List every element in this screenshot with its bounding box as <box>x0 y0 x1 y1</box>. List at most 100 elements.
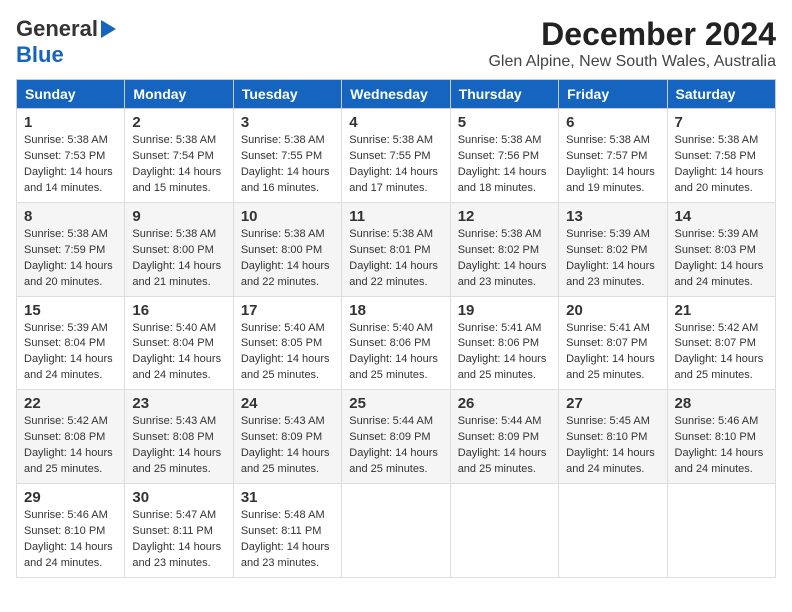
calendar-day-cell: 27 Sunrise: 5:45 AMSunset: 8:10 PMDayligh… <box>559 390 667 484</box>
day-info: Sunrise: 5:40 AMSunset: 8:06 PMDaylight:… <box>349 321 442 385</box>
day-number: 14 <box>675 208 768 225</box>
day-info: Sunrise: 5:39 AMSunset: 8:02 PMDaylight:… <box>566 227 659 291</box>
day-number: 26 <box>458 395 551 412</box>
calendar-day-cell: 15 Sunrise: 5:39 AMSunset: 8:04 PMDayligh… <box>17 296 125 390</box>
calendar-day-cell: 21 Sunrise: 5:42 AMSunset: 8:07 PMDayligh… <box>667 296 775 390</box>
day-number: 11 <box>349 208 442 225</box>
day-info: Sunrise: 5:40 AMSunset: 8:05 PMDaylight:… <box>241 321 334 385</box>
calendar-day-cell: 4 Sunrise: 5:38 AMSunset: 7:55 PMDaylight… <box>342 109 450 203</box>
day-info: Sunrise: 5:38 AMSunset: 7:53 PMDaylight:… <box>24 133 117 197</box>
calendar-day-cell: 10 Sunrise: 5:38 AMSunset: 8:00 PMDayligh… <box>233 202 341 296</box>
day-info: Sunrise: 5:48 AMSunset: 8:11 PMDaylight:… <box>241 508 334 572</box>
calendar-day-cell: 26 Sunrise: 5:44 AMSunset: 8:09 PMDayligh… <box>450 390 558 484</box>
calendar-day-cell: 1 Sunrise: 5:38 AMSunset: 7:53 PMDaylight… <box>17 109 125 203</box>
title-area: December 2024 Glen Alpine, New South Wal… <box>488 16 776 71</box>
day-info: Sunrise: 5:38 AMSunset: 7:57 PMDaylight:… <box>566 133 659 197</box>
day-number: 28 <box>675 395 768 412</box>
day-info: Sunrise: 5:43 AMSunset: 8:08 PMDaylight:… <box>132 414 225 478</box>
day-number: 2 <box>132 114 225 131</box>
day-number: 30 <box>132 489 225 506</box>
day-number: 22 <box>24 395 117 412</box>
day-number: 27 <box>566 395 659 412</box>
calendar-day-cell <box>342 484 450 578</box>
calendar-day-cell: 9 Sunrise: 5:38 AMSunset: 8:00 PMDaylight… <box>125 202 233 296</box>
day-number: 18 <box>349 302 442 319</box>
day-info: Sunrise: 5:42 AMSunset: 8:07 PMDaylight:… <box>675 321 768 385</box>
day-number: 21 <box>675 302 768 319</box>
calendar-header-sunday: Sunday <box>17 80 125 109</box>
calendar-week-row: 22 Sunrise: 5:42 AMSunset: 8:08 PMDayligh… <box>17 390 776 484</box>
day-info: Sunrise: 5:38 AMSunset: 7:59 PMDaylight:… <box>24 227 117 291</box>
day-info: Sunrise: 5:38 AMSunset: 8:01 PMDaylight:… <box>349 227 442 291</box>
calendar-day-cell <box>450 484 558 578</box>
calendar-header-friday: Friday <box>559 80 667 109</box>
calendar-week-row: 29Sunrise: 5:46 AMSunset: 8:10 PMDayligh… <box>17 484 776 578</box>
calendar-day-cell: 14 Sunrise: 5:39 AMSunset: 8:03 PMDayligh… <box>667 202 775 296</box>
day-info: Sunrise: 5:41 AMSunset: 8:07 PMDaylight:… <box>566 321 659 385</box>
day-info: Sunrise: 5:44 AMSunset: 8:09 PMDaylight:… <box>458 414 551 478</box>
day-info: Sunrise: 5:38 AMSunset: 8:00 PMDaylight:… <box>132 227 225 291</box>
day-info: Sunrise: 5:45 AMSunset: 8:10 PMDaylight:… <box>566 414 659 478</box>
calendar-day-cell: 2Sunrise: 5:38 AMSunset: 7:54 PMDaylight… <box>125 109 233 203</box>
calendar-header-monday: Monday <box>125 80 233 109</box>
day-number: 4 <box>349 114 442 131</box>
day-info: Sunrise: 5:38 AMSunset: 8:00 PMDaylight:… <box>241 227 334 291</box>
calendar-day-cell: 22 Sunrise: 5:42 AMSunset: 8:08 PMDayligh… <box>17 390 125 484</box>
day-info: Sunrise: 5:39 AMSunset: 8:03 PMDaylight:… <box>675 227 768 291</box>
day-number: 7 <box>675 114 768 131</box>
calendar-day-cell: 7Sunrise: 5:38 AMSunset: 7:58 PMDaylight… <box>667 109 775 203</box>
day-number: 15 <box>24 302 117 319</box>
logo-blue: Blue <box>16 42 64 67</box>
calendar-day-cell: 31 Sunrise: 5:48 AMSunset: 8:11 PMDayligh… <box>233 484 341 578</box>
calendar-header-saturday: Saturday <box>667 80 775 109</box>
calendar-week-row: 15 Sunrise: 5:39 AMSunset: 8:04 PMDayligh… <box>17 296 776 390</box>
day-number: 6 <box>566 114 659 131</box>
calendar-day-cell: 13 Sunrise: 5:39 AMSunset: 8:02 PMDayligh… <box>559 202 667 296</box>
day-info: Sunrise: 5:42 AMSunset: 8:08 PMDaylight:… <box>24 414 117 478</box>
day-number: 20 <box>566 302 659 319</box>
day-info: Sunrise: 5:38 AMSunset: 7:55 PMDaylight:… <box>349 133 442 197</box>
calendar-day-cell: 24Sunrise: 5:43 AMSunset: 8:09 PMDayligh… <box>233 390 341 484</box>
calendar-day-cell: 28Sunrise: 5:46 AMSunset: 8:10 PMDayligh… <box>667 390 775 484</box>
day-number: 3 <box>241 114 334 131</box>
calendar-day-cell: 30Sunrise: 5:47 AMSunset: 8:11 PMDayligh… <box>125 484 233 578</box>
day-number: 1 <box>24 114 117 131</box>
logo: General Blue <box>16 16 116 68</box>
day-info: Sunrise: 5:40 AMSunset: 8:04 PMDaylight:… <box>132 321 225 385</box>
calendar-week-row: 1 Sunrise: 5:38 AMSunset: 7:53 PMDaylight… <box>17 109 776 203</box>
calendar-day-cell <box>667 484 775 578</box>
calendar-day-cell: 17Sunrise: 5:40 AMSunset: 8:05 PMDayligh… <box>233 296 341 390</box>
calendar-day-cell: 5 Sunrise: 5:38 AMSunset: 7:56 PMDaylight… <box>450 109 558 203</box>
day-info: Sunrise: 5:38 AMSunset: 8:02 PMDaylight:… <box>458 227 551 291</box>
day-number: 19 <box>458 302 551 319</box>
day-info: Sunrise: 5:38 AMSunset: 7:55 PMDaylight:… <box>241 133 334 197</box>
calendar-day-cell: 18 Sunrise: 5:40 AMSunset: 8:06 PMDayligh… <box>342 296 450 390</box>
day-number: 16 <box>132 302 225 319</box>
day-number: 31 <box>241 489 334 506</box>
day-info: Sunrise: 5:46 AMSunset: 8:10 PMDaylight:… <box>24 508 117 572</box>
logo-arrow-icon <box>101 20 116 38</box>
day-number: 23 <box>132 395 225 412</box>
calendar-day-cell: 20 Sunrise: 5:41 AMSunset: 8:07 PMDayligh… <box>559 296 667 390</box>
day-number: 13 <box>566 208 659 225</box>
day-info: Sunrise: 5:43 AMSunset: 8:09 PMDaylight:… <box>241 414 334 478</box>
calendar-day-cell: 25Sunrise: 5:44 AMSunset: 8:09 PMDayligh… <box>342 390 450 484</box>
day-number: 10 <box>241 208 334 225</box>
day-number: 5 <box>458 114 551 131</box>
calendar-day-cell: 11 Sunrise: 5:38 AMSunset: 8:01 PMDayligh… <box>342 202 450 296</box>
day-info: Sunrise: 5:38 AMSunset: 7:56 PMDaylight:… <box>458 133 551 197</box>
day-number: 8 <box>24 208 117 225</box>
calendar-day-cell: 23 Sunrise: 5:43 AMSunset: 8:08 PMDayligh… <box>125 390 233 484</box>
calendar-day-cell: 6 Sunrise: 5:38 AMSunset: 7:57 PMDaylight… <box>559 109 667 203</box>
day-info: Sunrise: 5:39 AMSunset: 8:04 PMDaylight:… <box>24 321 117 385</box>
calendar-table: SundayMondayTuesdayWednesdayThursdayFrid… <box>16 79 776 578</box>
day-info: Sunrise: 5:41 AMSunset: 8:06 PMDaylight:… <box>458 321 551 385</box>
calendar-day-cell <box>559 484 667 578</box>
day-number: 12 <box>458 208 551 225</box>
page-title: December 2024 <box>488 16 776 53</box>
day-number: 9 <box>132 208 225 225</box>
day-number: 25 <box>349 395 442 412</box>
page-subtitle: Glen Alpine, New South Wales, Australia <box>488 53 776 71</box>
calendar-day-cell: 3 Sunrise: 5:38 AMSunset: 7:55 PMDaylight… <box>233 109 341 203</box>
header: General Blue December 2024 Glen Alpine, … <box>16 16 776 71</box>
